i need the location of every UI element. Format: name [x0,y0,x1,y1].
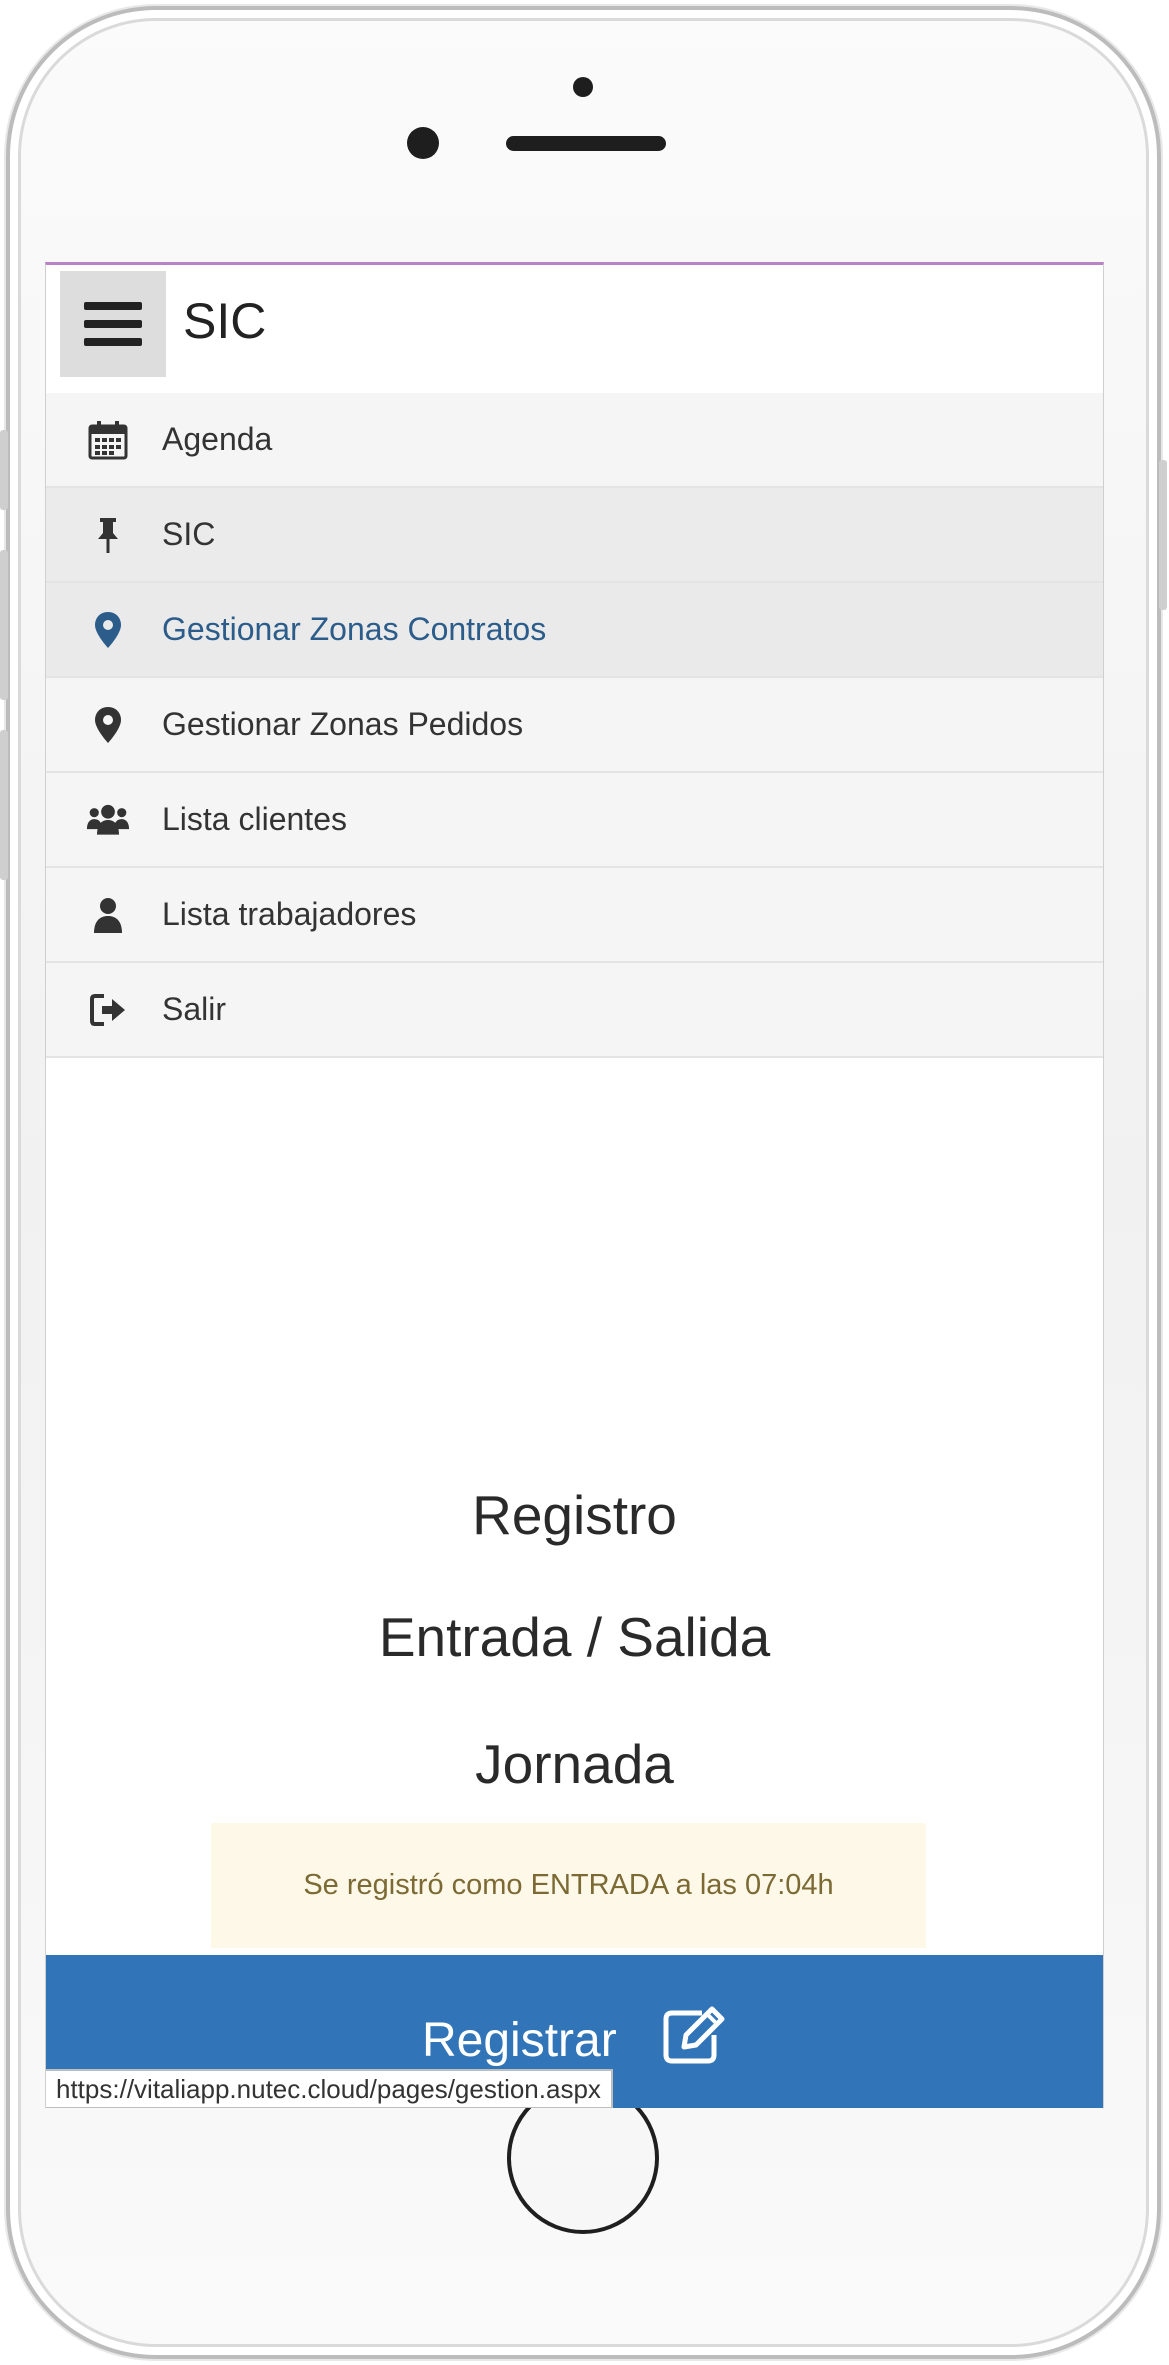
menu-item-label: Gestionar Zonas Contratos [162,611,547,647]
map-marker-icon [86,608,130,652]
registration-notice: Se registró como ENTRADA a las 07:04h [211,1823,926,1948]
user-icon [86,893,130,937]
menu-item-label: Agenda [162,421,273,457]
phone-volume-button [0,550,8,700]
phone-camera [573,77,593,97]
menu-item-label: SIC [162,516,216,552]
phone-volume-button [0,730,8,880]
menu-item-gestionar-zonas-pedidos[interactable]: Gestionar Zonas Pedidos [46,678,1103,773]
side-menu: Agenda SIC Gestionar Zonas Contratos Ges… [46,393,1103,1058]
heading-entrada-salida: Entrada / Salida [378,1606,771,1668]
phone-speaker [506,136,666,151]
pin-icon [86,513,130,557]
app-title: SIC [183,293,267,349]
menu-item-gestionar-zonas-contratos[interactable]: Gestionar Zonas Contratos [46,583,1103,678]
app-screen: SIC Agenda SIC Gestionar Zonas Contratos… [45,262,1104,2108]
status-url: https://vitaliapp.nutec.cloud/pages/gest… [46,2069,613,2108]
menu-item-label: Salir [162,991,227,1027]
menu-item-sic[interactable]: SIC [46,488,1103,583]
heading-jornada: Jornada [475,1733,674,1795]
heading-registro: Registro [472,1484,677,1546]
menu-item-label: Lista clientes [162,801,347,837]
top-navbar: SIC [46,265,1103,395]
menu-item-label: Lista trabajadores [162,896,417,932]
menu-item-label: Gestionar Zonas Pedidos [162,706,524,742]
calendar-icon [86,418,130,462]
users-icon [86,798,130,842]
menu-item-lista-trabajadores[interactable]: Lista trabajadores [46,868,1103,963]
hamburger-menu-icon[interactable] [60,271,166,377]
phone-power-button [1159,460,1167,610]
register-button-label: Registrar [422,2014,617,2067]
menu-item-lista-clientes[interactable]: Lista clientes [46,773,1103,868]
edit-icon [662,2005,730,2065]
phone-front-camera [407,127,439,159]
map-marker-icon [86,703,130,747]
menu-item-salir[interactable]: Salir [46,963,1103,1058]
phone-volume-button [0,430,8,510]
sign-out-icon [86,988,130,1032]
menu-item-agenda[interactable]: Agenda [46,393,1103,488]
